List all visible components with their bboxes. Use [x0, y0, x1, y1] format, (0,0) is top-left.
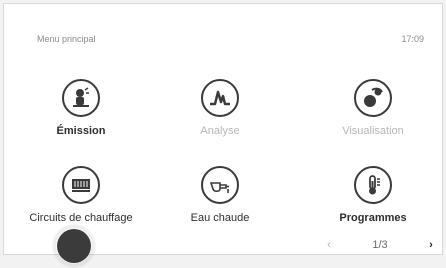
analyse-icon — [201, 79, 239, 117]
clock: 17:09 — [401, 34, 424, 44]
next-page-button[interactable]: › — [422, 236, 440, 254]
tile-label: Émission — [56, 125, 106, 137]
tile-label: Eau chaude — [190, 212, 250, 224]
tile-eau-chaude[interactable]: Eau chaude — [165, 166, 275, 246]
tile-partial[interactable] — [52, 224, 96, 268]
tile-emission[interactable]: Émission — [26, 79, 136, 159]
tile-label: Analyse — [200, 125, 240, 137]
heating-circuit-icon — [62, 166, 100, 204]
tile-label: Visualisation — [342, 125, 404, 137]
tile-label: Circuits de chauffage — [29, 212, 133, 224]
tile-visualisation[interactable]: Visualisation — [318, 79, 428, 159]
header: Menu principal 17:09 — [4, 4, 442, 62]
prev-page-button[interactable]: ‹ — [320, 236, 338, 254]
device-screen: Menu principal 17:09 Émission Analyse Vi… — [3, 3, 443, 268]
tile-label: Programmes — [339, 212, 407, 224]
tile-analyse[interactable]: Analyse — [165, 79, 275, 159]
tile-programmes[interactable]: Programmes — [318, 166, 428, 246]
page-indicator: 1/3 — [372, 239, 388, 251]
page-title: Menu principal — [37, 34, 96, 44]
pager: ‹ 1/3 › — [320, 235, 440, 255]
visualisation-icon — [354, 79, 392, 117]
emission-icon — [62, 79, 100, 117]
thermometer-icon — [354, 166, 392, 204]
hot-water-icon — [201, 166, 239, 204]
